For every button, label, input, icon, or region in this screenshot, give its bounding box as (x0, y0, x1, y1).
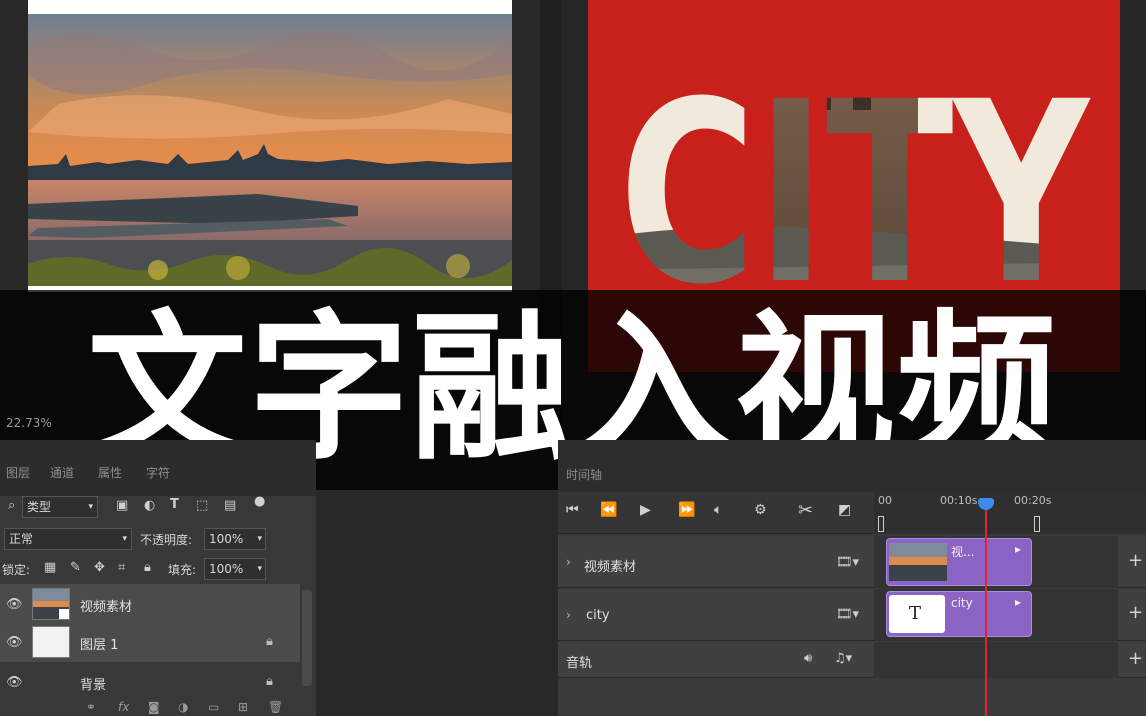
timeline-tabbar (558, 440, 1146, 492)
workspace-gap (316, 490, 560, 716)
layer-name: 背景 (80, 678, 107, 693)
opacity-value: 100% (209, 532, 244, 546)
chevron-down-icon: ▾ (257, 534, 262, 544)
tab-channels[interactable]: 通道 (50, 464, 74, 481)
type-filter-icon[interactable]: T (170, 497, 179, 512)
track-name: city (586, 608, 610, 623)
layer-row[interactable]: 👁︎ 图层 1 🔒︎ (0, 622, 300, 662)
blend-mode-select[interactable]: 正常 ▾ (4, 528, 132, 550)
panel-tabs: 图层 通道 属性 字符 (0, 440, 316, 496)
tab-timeline[interactable]: 时间轴 (566, 466, 602, 483)
chevron-down-icon: ▾ (257, 564, 262, 574)
fill-label: 填充: (168, 563, 197, 577)
eye-icon[interactable]: 👁︎ (6, 596, 23, 612)
clip-thumbnail (889, 543, 947, 581)
playhead[interactable] (985, 506, 987, 716)
layer-thumbnail (32, 626, 70, 658)
chevron-down-icon: ▾ (122, 534, 127, 544)
clip-menu-icon[interactable]: ▸ (1015, 542, 1021, 556)
tab-character[interactable]: 字符 (146, 464, 170, 481)
lock-all-icon[interactable]: 🔒︎ (144, 560, 151, 575)
lock-transparent-icon[interactable]: ▦ (44, 560, 56, 575)
search-icon: ⌕ (8, 498, 16, 513)
fx-icon[interactable]: fx (118, 700, 129, 714)
layers-scrollbar[interactable] (302, 590, 312, 686)
work-area-start-handle[interactable] (878, 516, 884, 532)
link-layers-icon[interactable]: ⚭ (86, 700, 96, 714)
clip-thumbnail: T (889, 595, 945, 633)
mask-icon[interactable]: ◙ (148, 700, 160, 714)
group-icon[interactable]: ▭ (208, 700, 219, 714)
film-icon[interactable]: 🎞︎▾ (836, 607, 859, 622)
chevron-down-icon: ▾ (88, 502, 93, 512)
music-note-icon[interactable]: ♫▾ (834, 651, 852, 666)
eye-icon[interactable]: 👁︎ (6, 674, 23, 690)
audio-track-area (874, 642, 1118, 678)
text-clip[interactable]: T city ▸ (886, 591, 1032, 637)
clip-label: 视... (951, 545, 975, 559)
fill-input[interactable]: 100% ▾ (204, 558, 266, 580)
next-frame-icon[interactable]: ⏩ (678, 502, 695, 518)
filter-toggle-icon[interactable]: ● (254, 494, 265, 509)
ruler-end: 00:20s (1014, 494, 1052, 507)
layer-name: 视频素材 (80, 600, 133, 615)
lock-label: 锁定: (2, 563, 31, 577)
transition-icon[interactable]: ◩ (838, 502, 851, 518)
image-filter-icon[interactable]: ▣ (116, 498, 128, 513)
video-clip[interactable]: 视... ▸ (886, 538, 1032, 586)
zoom-level: 22.73% (6, 416, 52, 430)
add-media-icon[interactable]: + (1128, 602, 1143, 623)
adjustment-filter-icon[interactable]: ◐ (144, 498, 155, 513)
chevron-right-icon[interactable]: › (566, 608, 571, 622)
fill-value: 100% (209, 562, 244, 576)
film-icon[interactable]: 🎞︎▾ (836, 555, 859, 570)
eye-icon[interactable]: 👁︎ (6, 634, 23, 650)
trash-icon[interactable]: 🗑︎ (268, 700, 283, 714)
layer-filter-label: 类型 (27, 500, 52, 514)
add-media-icon[interactable]: + (1128, 550, 1143, 571)
ruler-start: 00 (878, 494, 892, 507)
lock-position-icon[interactable]: ✥ (94, 560, 105, 575)
lock-artboard-icon[interactable]: ⌗ (118, 560, 125, 575)
layer-thumbnail (32, 588, 70, 620)
previous-frame-icon[interactable]: ⏪ (600, 502, 617, 518)
play-icon[interactable]: ▶ (640, 502, 651, 518)
clip-label: city (951, 596, 973, 610)
adjustment-icon[interactable]: ◑ (178, 700, 188, 714)
go-to-first-frame-icon[interactable]: ⏮ (566, 502, 579, 518)
smart-object-filter-icon[interactable]: ▤ (224, 498, 236, 513)
add-audio-icon[interactable]: + (1128, 648, 1143, 669)
layer-row[interactable]: 👁︎ 背景 🔒︎ (0, 662, 300, 702)
audio-icon[interactable]: 🔈︎ (714, 502, 722, 518)
time-ruler[interactable] (874, 492, 1146, 534)
layer-name: 图层 1 (80, 638, 119, 653)
audio-track-name: 音轨 (566, 656, 593, 671)
opacity-label: 不透明度: (140, 533, 193, 547)
opacity-input[interactable]: 100% ▾ (204, 528, 266, 550)
chevron-right-icon[interactable]: › (566, 555, 571, 569)
new-layer-icon[interactable]: ⊞ (238, 700, 248, 714)
tab-layers[interactable]: 图层 (6, 464, 30, 481)
shape-filter-icon[interactable]: ⬚ (196, 498, 208, 513)
ruler-mid: 00:10s (940, 494, 978, 507)
lock-icon: 🔒︎ (266, 633, 273, 648)
work-area-end-handle[interactable] (1034, 516, 1040, 532)
blend-mode-value: 正常 (9, 532, 34, 546)
lock-image-icon[interactable]: ✎ (70, 560, 81, 575)
split-scissors-icon[interactable]: ✂ (798, 500, 813, 521)
tab-properties[interactable]: 属性 (98, 464, 122, 481)
track-name: 视频素材 (584, 560, 637, 575)
layer-filter-select[interactable]: 类型 ▾ (22, 496, 98, 518)
settings-icon[interactable]: ⚙ (754, 502, 767, 518)
clip-menu-icon[interactable]: ▸ (1015, 595, 1021, 609)
lock-icon: 🔒︎ (266, 673, 273, 688)
mute-audio-icon[interactable]: 🔊︎ (804, 651, 812, 666)
layer-row[interactable]: 👁︎ 视频素材 (0, 584, 300, 624)
layers-footer: ⚭ fx ◙ ◑ ▭ ⊞ 🗑︎ (0, 700, 316, 716)
sunset-city-photo (28, 14, 512, 286)
type-icon: T (909, 603, 922, 624)
